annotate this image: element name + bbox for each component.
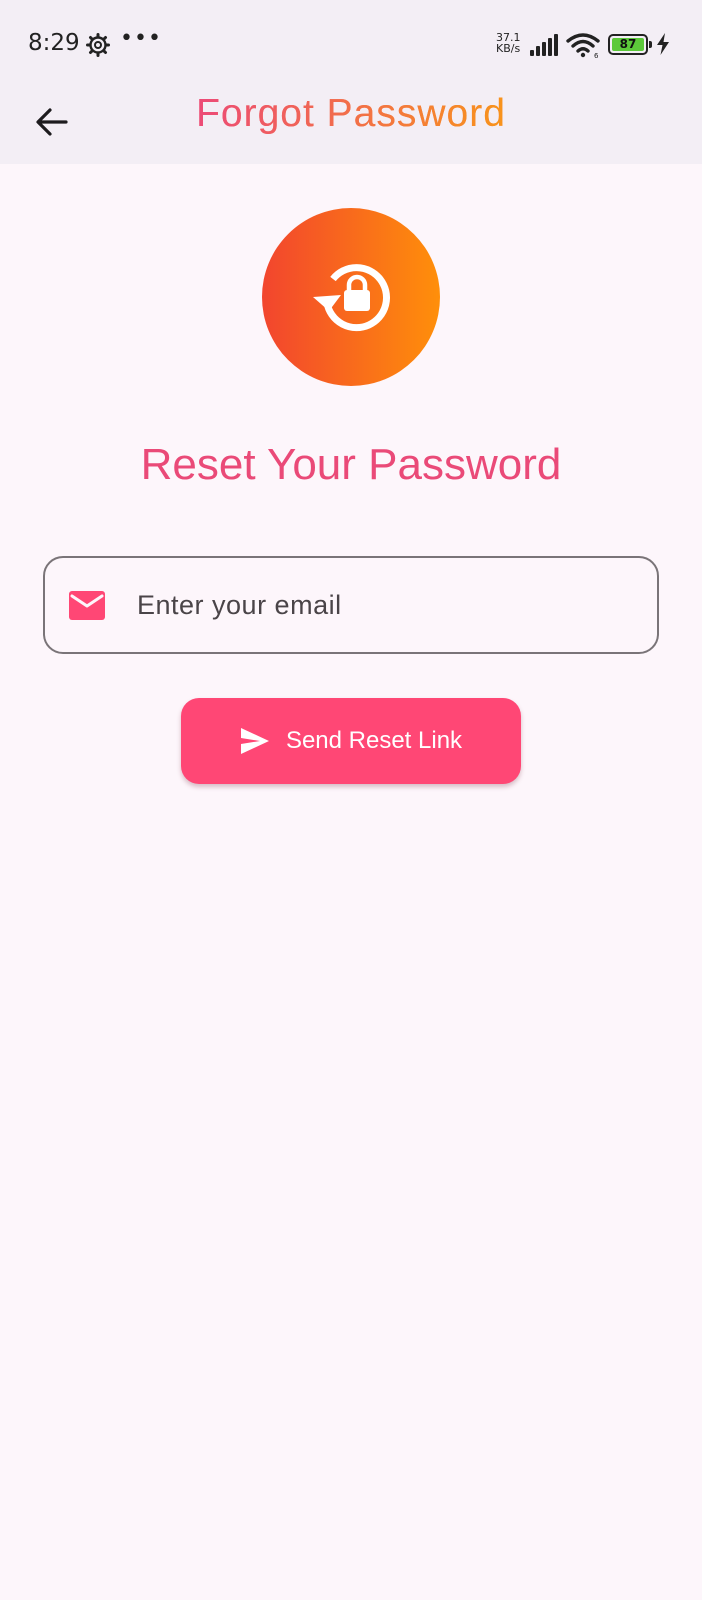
battery-level: 87 [612, 38, 644, 51]
more-dots-icon: ••• [120, 26, 162, 51]
wifi-icon: 6 [566, 33, 600, 58]
send-button-label: Send Reset Link [285, 727, 463, 754]
page-title: Forgot Password [0, 82, 702, 164]
svg-text:6: 6 [594, 52, 599, 58]
email-field[interactable] [43, 556, 659, 654]
settings-gear-icon [86, 33, 110, 57]
send-reset-link-button[interactable]: Send Reset Link [181, 698, 521, 784]
send-icon [240, 728, 269, 754]
back-button[interactable] [26, 96, 78, 148]
lock-reset-icon [313, 264, 390, 332]
arrow-left-icon [36, 108, 68, 136]
battery-icon: 87 [608, 34, 652, 55]
network-speed: 37.1 KB/s [496, 32, 528, 54]
charging-bolt-icon [657, 33, 669, 55]
network-speed-unit: KB/s [496, 42, 521, 55]
mail-icon [69, 591, 105, 620]
reset-heading: Reset Your Password [140, 440, 562, 489]
forgot-password-screen: 8:29 ••• 37.1 KB/s 6 87 Forgot Password … [0, 0, 702, 1600]
status-bar: 8:29 ••• 37.1 KB/s 6 87 [0, 0, 702, 82]
status-time: 8:29 [28, 30, 80, 56]
lock-reset-logo [262, 208, 440, 386]
app-bar: Forgot Password [0, 82, 702, 164]
email-input[interactable] [137, 580, 637, 630]
signal-icon [530, 34, 558, 56]
page-title-text: Forgot Password [196, 82, 506, 146]
